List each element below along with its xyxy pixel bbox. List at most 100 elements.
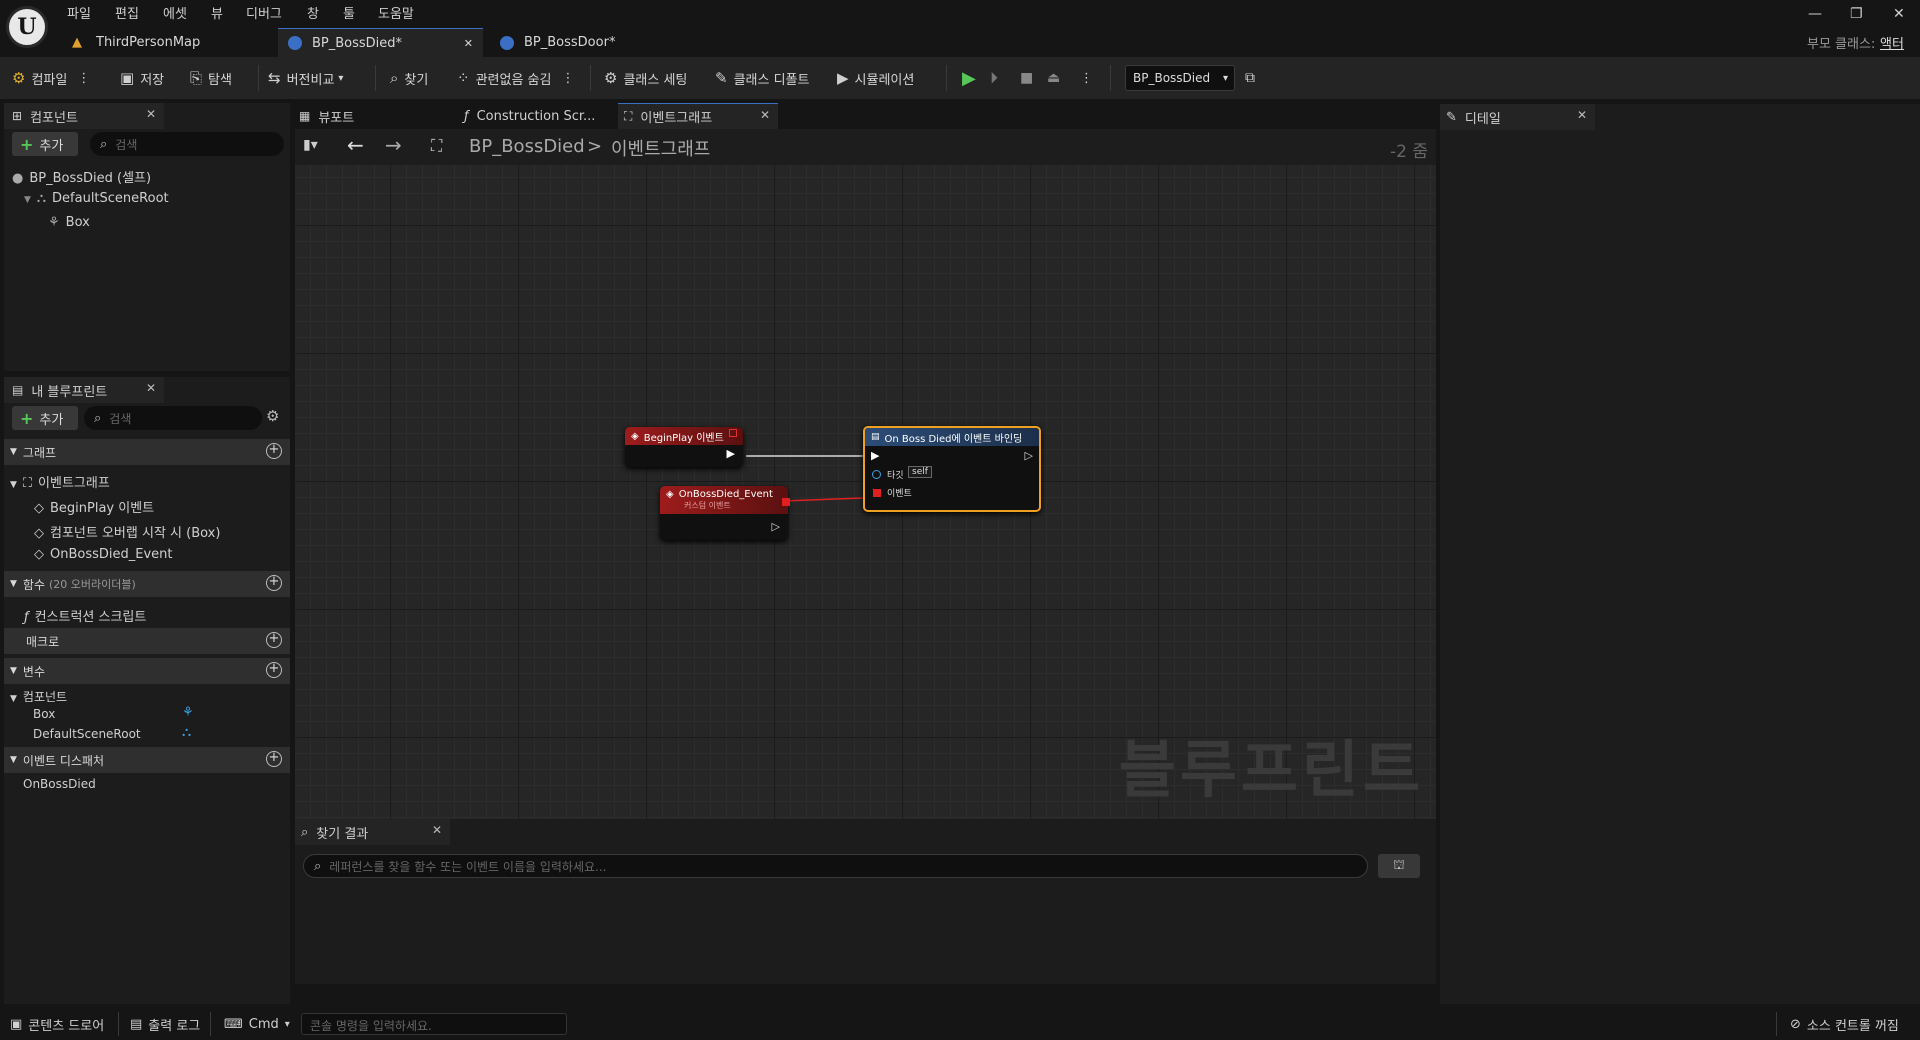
source-control-button[interactable]: ⊘ 소스 컨트롤 꺼짐 <box>1790 1008 1899 1040</box>
play-options-icon[interactable]: ⋮ <box>1080 57 1093 99</box>
section-graphs[interactable]: ▼ 그래프 + <box>4 439 290 465</box>
components-search-input[interactable]: ⌕ 검색 <box>90 132 284 156</box>
debug-select-icon[interactable]: ⧉ <box>1245 57 1255 99</box>
output-log-button[interactable]: ▤ 출력 로그 <box>130 1008 200 1040</box>
menu-file[interactable]: 파일 <box>67 3 91 22</box>
find-button[interactable]: ⌕ 찾기 <box>390 57 428 99</box>
tab-construction-script[interactable]: ƒ Construction Scr... <box>460 103 620 129</box>
event-graph-canvas[interactable]: ◈ BeginPlay 이벤트 ▶ ◈ OnBossDied_Event 커스텀 … <box>295 129 1436 819</box>
overridable-count: (20 오버라이더블) <box>49 578 136 591</box>
section-event-dispatchers[interactable]: ▼ 이벤트 디스패처 + <box>4 747 290 773</box>
add-variable-icon[interactable]: + <box>266 662 282 678</box>
stop-icon[interactable]: ■ <box>1020 57 1033 99</box>
dispatcher-item[interactable]: OnBossDied <box>23 777 96 791</box>
eject-icon[interactable]: ⏏ <box>1047 57 1060 99</box>
hide-unrelated-button[interactable]: ⁘ 관련없음 숨김 ⋮ <box>457 57 574 99</box>
back-arrow-icon[interactable]: ← <box>347 133 364 157</box>
compile-button[interactable]: ⚙ 컴파일 ⋮ <box>12 57 90 99</box>
play-icon[interactable]: ▶ <box>962 57 976 99</box>
add-component-button[interactable]: + 추가 <box>12 132 78 156</box>
tree-item-defaultsceneroot[interactable]: ▼ ⛬ DefaultSceneRoot <box>24 191 169 206</box>
tree-item-box[interactable]: ⚘ Box <box>48 215 90 230</box>
close-tab-icon[interactable]: ✕ <box>432 823 442 837</box>
menu-debug[interactable]: 디버그 <box>246 3 282 22</box>
find-results-tab[interactable]: ⌕ 찾기 결과 ✕ <box>295 819 450 845</box>
doc-tab-bp-bossdoor[interactable]: BP_BossDoor* <box>490 28 690 57</box>
variable-item-box[interactable]: Box <box>33 707 55 721</box>
content-drawer-button[interactable]: ▣ 콘텐츠 드로어 <box>10 1008 104 1040</box>
close-tab-icon[interactable]: ✕ <box>760 108 770 122</box>
doc-tab-thirdpersonmap[interactable]: ▲ ThirdPersonMap <box>62 28 272 57</box>
section-functions[interactable]: ▼ 함수 (20 오버라이더블) + <box>4 571 290 597</box>
expand-arrow-icon[interactable]: ▼ <box>24 195 31 205</box>
doc-tab-bp-bossdied[interactable]: BP_BossDied* ✕ <box>278 28 483 57</box>
step-icon[interactable]: ⏵ <box>990 57 998 99</box>
diff-button[interactable]: ⇆ 버전비교 ▾ <box>268 57 343 99</box>
tab-event-graph[interactable]: ⛶ 이벤트그래프 ✕ <box>618 103 778 129</box>
forward-arrow-icon[interactable]: → <box>385 133 402 157</box>
close-window-button[interactable]: ✕ <box>1893 6 1905 22</box>
exec-out-pin[interactable]: ▷ <box>772 520 780 533</box>
breadcrumb-root[interactable]: BP_BossDied <box>469 136 585 157</box>
browse-button[interactable]: ⎘ 탐색 <box>190 57 232 99</box>
menu-edit[interactable]: 편집 <box>115 3 139 22</box>
parent-class-link[interactable]: 액터 <box>1880 33 1904 52</box>
close-tab-icon[interactable]: ✕ <box>146 107 156 121</box>
node-custom-event[interactable]: ◈ OnBossDied_Event 커스텀 이벤트 ▷ <box>660 486 790 540</box>
construction-script-item[interactable]: ƒ 컨스트럭션 스크립트 <box>24 606 146 625</box>
cmd-dropdown[interactable]: ⌨ Cmd ▾ <box>224 1008 290 1040</box>
exec-out-pin[interactable]: ▶ <box>727 447 735 460</box>
menu-asset[interactable]: 에셋 <box>163 3 187 22</box>
delegate-out-pin[interactable] <box>782 498 790 506</box>
tree-item-event-graph[interactable]: ▼ ⛶ 이벤트그래프 <box>10 472 110 491</box>
section-label: 함수 <box>22 577 46 592</box>
menu-tools[interactable]: 툴 <box>343 3 355 22</box>
add-graph-icon[interactable]: + <box>266 443 282 459</box>
menu-help[interactable]: 도움말 <box>378 3 414 22</box>
add-macro-icon[interactable]: + <box>266 632 282 648</box>
add-function-icon[interactable]: + <box>266 575 282 591</box>
delegate-pin-icon[interactable] <box>729 429 737 437</box>
target-pin-icon[interactable] <box>872 470 881 479</box>
minimize-button[interactable]: — <box>1808 6 1822 22</box>
tree-item-self[interactable]: ● BP_BossDied (셀프) <box>12 167 151 186</box>
event-item[interactable]: ◇ 컴포넌트 오버랩 시작 시 (Box) <box>34 522 220 541</box>
compile-options-icon[interactable]: ⋮ <box>77 71 90 86</box>
my-blueprint-search-input[interactable]: ⌕ 검색 <box>84 406 262 430</box>
add-dispatcher-icon[interactable]: + <box>266 751 282 767</box>
close-tab-icon[interactable]: ✕ <box>464 37 473 50</box>
exec-out-pin[interactable]: ▷ <box>1025 449 1033 462</box>
exec-in-pin[interactable]: ▶ <box>871 449 879 462</box>
source-control-label: 소스 컨트롤 꺼짐 <box>1806 1018 1899 1034</box>
menu-view[interactable]: 뷰 <box>211 3 223 22</box>
variable-item-defaultsceneroot[interactable]: DefaultSceneRoot <box>33 727 141 741</box>
tab-viewport[interactable]: ▦ 뷰포트 <box>295 103 445 129</box>
components-category[interactable]: ▼ 컴포넌트 <box>10 688 67 705</box>
settings-gear-icon[interactable]: ⚙ <box>266 407 279 425</box>
node-bind-event[interactable]: ▤ On Boss Died에 이벤트 바인딩 ▶ ▷ 타깃 self 이벤트 <box>863 426 1041 512</box>
add-member-button[interactable]: + 추가 <box>12 406 78 430</box>
event-item[interactable]: ◇ BeginPlay 이벤트 <box>34 497 154 516</box>
console-command-input[interactable]: 콘솔 명령을 입력하세요. <box>301 1013 567 1035</box>
class-settings-button[interactable]: ⚙ 클래스 세팅 <box>604 57 687 99</box>
menu-window[interactable]: 창 <box>307 3 319 22</box>
node-beginplay[interactable]: ◈ BeginPlay 이벤트 ▶ <box>625 427 743 467</box>
event-item[interactable]: ◇ OnBossDied_Event <box>34 547 173 562</box>
class-defaults-button[interactable]: ✎ 클래스 디폴트 <box>715 57 809 99</box>
close-tab-icon[interactable]: ✕ <box>1577 108 1587 122</box>
find-results-input[interactable]: ⌕ 레퍼런스를 찾을 함수 또는 이벤트 이름을 입력하세요... <box>303 854 1368 878</box>
save-button[interactable]: ▣ 저장 <box>120 57 164 99</box>
details-tab[interactable]: ✎ 디테일 ✕ <box>1440 104 1595 130</box>
bookmark-icon[interactable]: ▮▾ <box>303 137 318 153</box>
restore-button[interactable]: ❐ <box>1850 6 1863 22</box>
section-macros[interactable]: 매크로 + <box>4 628 290 654</box>
event-delegate-pin[interactable] <box>873 489 881 497</box>
find-in-all-blueprints-button[interactable]: ⛫ <box>1378 854 1420 878</box>
my-blueprint-tab[interactable]: ▤ 내 블루프린트 ✕ <box>4 377 164 403</box>
close-tab-icon[interactable]: ✕ <box>146 381 156 395</box>
components-tab[interactable]: ⊞ 컴포넌트 ✕ <box>4 103 164 129</box>
more-options-icon[interactable]: ⋮ <box>561 71 574 86</box>
debug-object-dropdown[interactable]: BP_BossDied ▾ <box>1125 65 1235 91</box>
section-variables[interactable]: ▼ 변수 + <box>4 658 290 684</box>
simulation-button[interactable]: ▶ 시뮬레이션 <box>837 57 914 99</box>
